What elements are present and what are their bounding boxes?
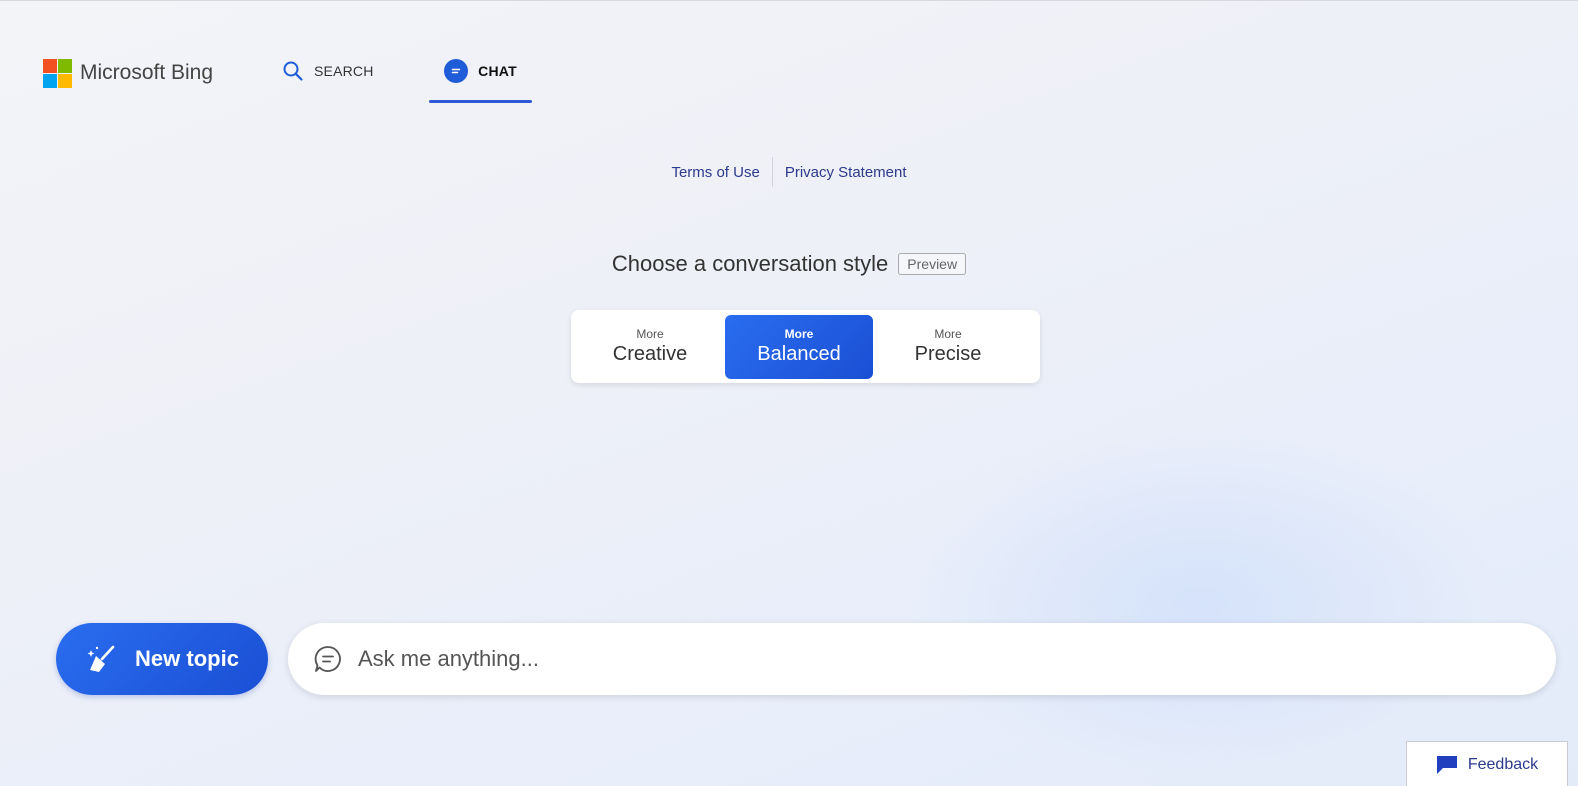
microsoft-logo-icon	[43, 58, 72, 88]
tab-search[interactable]: SEARCH	[282, 53, 374, 103]
tab-search-label: SEARCH	[314, 63, 374, 79]
broom-icon	[87, 645, 115, 672]
style-option-balanced[interactable]: More Balanced	[725, 314, 873, 379]
tab-chat-label: CHAT	[478, 63, 517, 79]
style-option-precise[interactable]: More Precise	[873, 315, 1023, 379]
style-option-label: Balanced	[757, 343, 841, 365]
conversation-style-selector: More Creative More Balanced More Precise	[571, 310, 1040, 383]
tab-chat[interactable]: CHAT	[429, 53, 532, 103]
chat-bubble-icon	[444, 59, 469, 83]
new-topic-button[interactable]: New topic	[56, 623, 268, 695]
legal-links: Terms of Use Privacy Statement	[0, 157, 1578, 187]
style-chooser-heading: Choose a conversation style Preview	[0, 251, 1578, 277]
header: Microsoft Bing SEARCH CHAT	[0, 1, 1578, 111]
search-icon	[283, 61, 303, 81]
feedback-flag-icon	[1436, 755, 1457, 774]
preview-badge: Preview	[898, 253, 967, 275]
style-option-label: Creative	[612, 343, 688, 365]
ask-input[interactable]	[358, 646, 1508, 672]
style-option-label: Precise	[914, 343, 982, 365]
style-chooser-title: Choose a conversation style	[611, 251, 889, 276]
feedback-button[interactable]: Feedback	[1406, 741, 1568, 786]
brand-name: Microsoft Bing	[80, 61, 214, 84]
terms-of-use-link[interactable]: Terms of Use	[659, 164, 771, 181]
background-glow	[900, 421, 1500, 781]
privacy-statement-link[interactable]: Privacy Statement	[773, 164, 919, 181]
feedback-label: Feedback	[1467, 755, 1539, 773]
ask-box	[288, 623, 1556, 695]
style-option-creative[interactable]: More Creative	[575, 315, 725, 379]
style-option-prefix: More	[636, 327, 664, 341]
chat-outline-icon	[314, 646, 341, 672]
style-option-prefix: More	[784, 327, 814, 341]
style-option-prefix: More	[934, 327, 962, 341]
brand-logo[interactable]: Microsoft Bing	[43, 58, 213, 88]
new-topic-label: New topic	[135, 646, 239, 671]
